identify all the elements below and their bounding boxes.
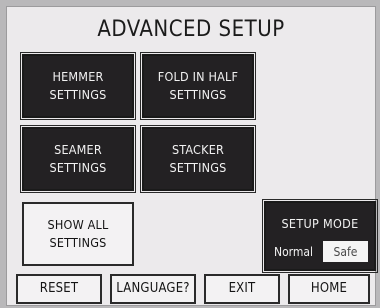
show-all-settings-button[interactable]: SHOW ALL SETTINGS <box>22 202 134 266</box>
language-button[interactable]: LANGUAGE? <box>110 274 196 304</box>
setup-mode-safe-option[interactable]: Safe <box>323 241 368 262</box>
hmi-screen: ADVANCED SETUP HEMMER SETTINGS FOLD IN H… <box>6 6 378 306</box>
setup-mode-title: SETUP MODE <box>281 216 359 231</box>
hemmer-settings-button[interactable]: HEMMER SETTINGS <box>20 52 136 120</box>
seamer-settings-button[interactable]: SEAMER SETTINGS <box>20 125 136 193</box>
page-title: ADVANCED SETUP <box>97 17 285 42</box>
home-button[interactable]: HOME <box>288 274 370 304</box>
setup-mode-normal-option[interactable]: Normal <box>274 245 313 259</box>
exit-button[interactable]: EXIT <box>204 274 280 304</box>
fold-in-half-settings-button[interactable]: FOLD IN HALF SETTINGS <box>140 52 256 120</box>
setup-mode-panel: SETUP MODE Normal Safe <box>262 199 378 273</box>
stacker-settings-button[interactable]: STACKER SETTINGS <box>140 125 256 193</box>
reset-button[interactable]: RESET <box>16 274 102 304</box>
